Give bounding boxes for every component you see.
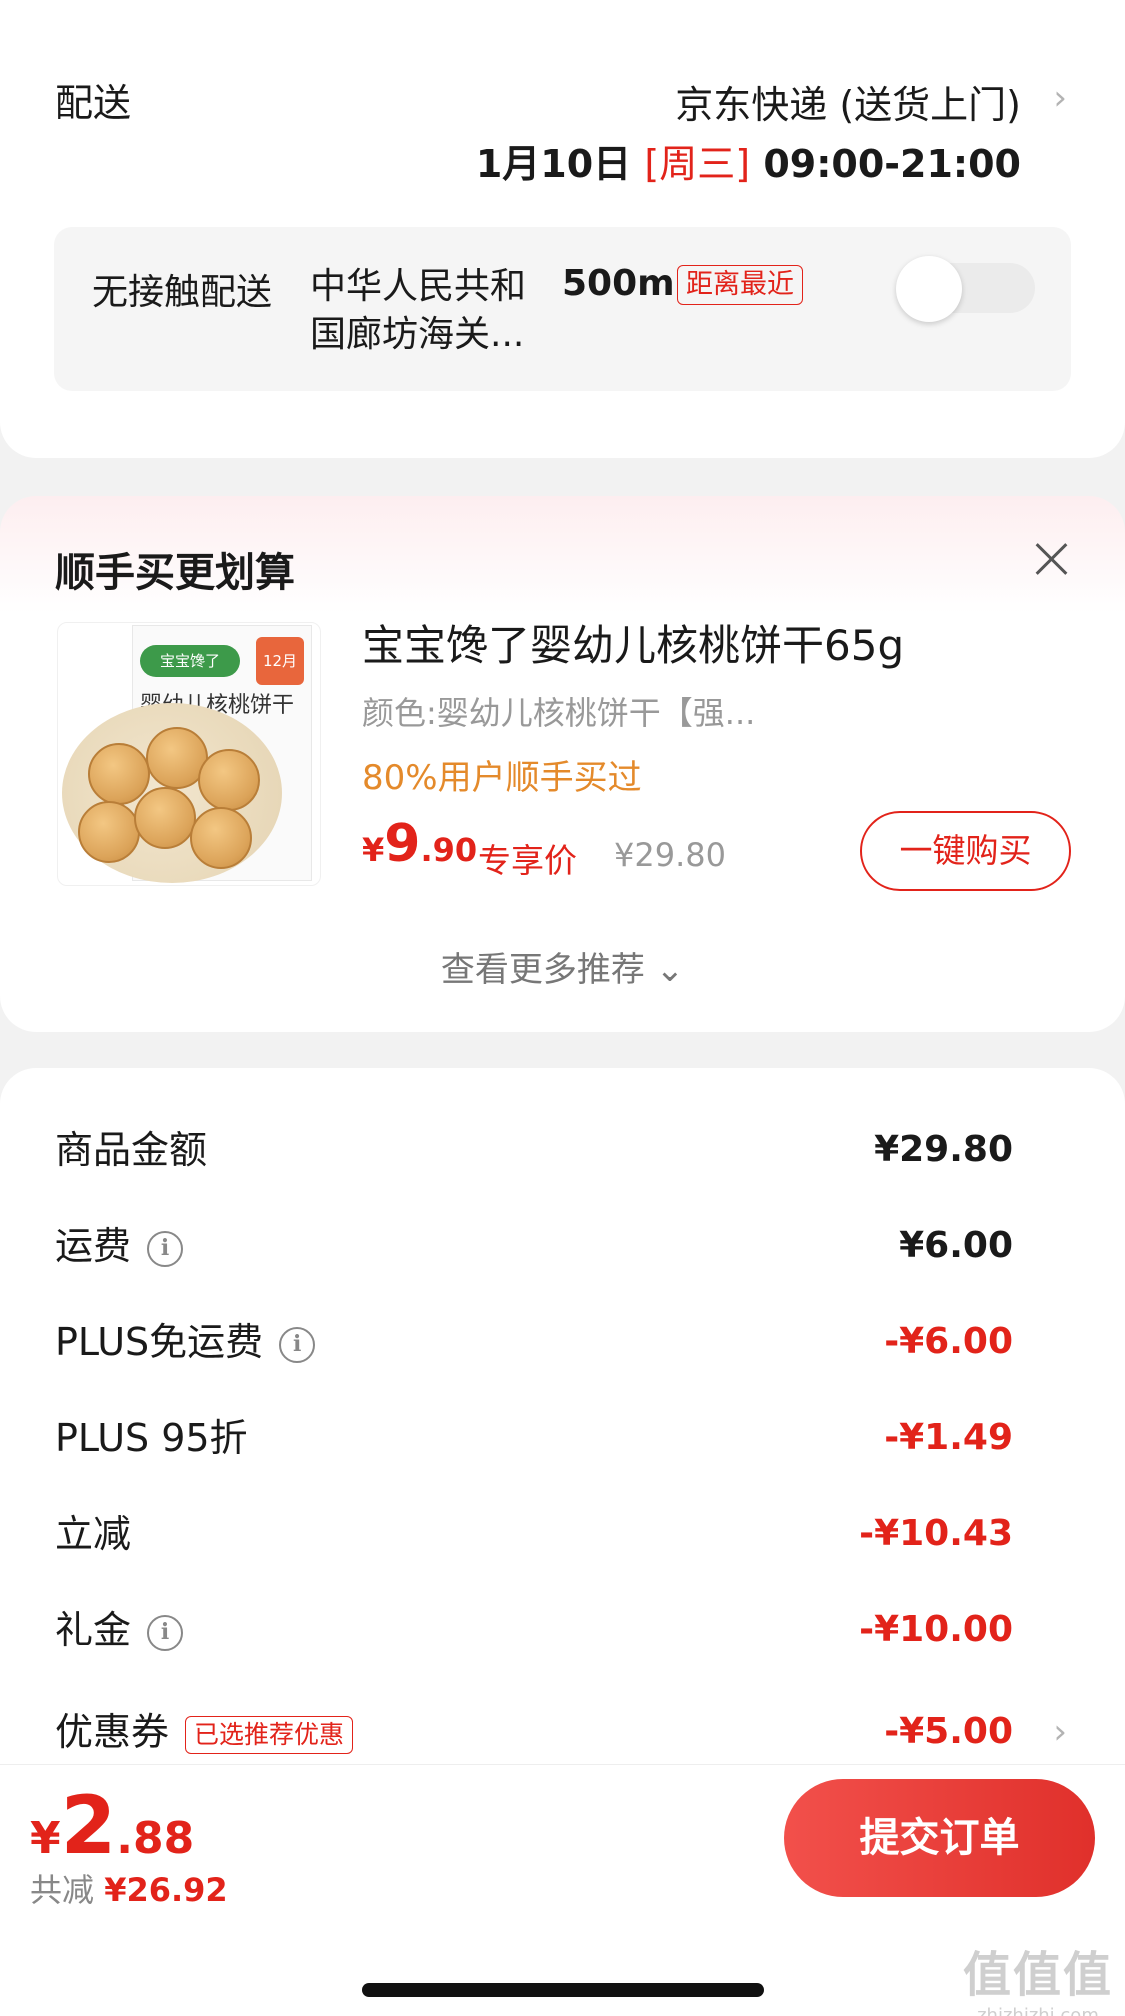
delivery-label: 配送 <box>55 81 132 125</box>
price-decimal: .90 <box>420 831 478 869</box>
product-brand-logo: 宝宝馋了 <box>140 645 240 677</box>
info-icon[interactable]: i <box>279 1326 316 1363</box>
contactless-toggle[interactable] <box>896 256 1035 322</box>
delivery-time[interactable]: 1月10日 [周三] 09:00-21:00 <box>476 133 1021 188</box>
price-row-instant-discount: 立减 -¥10.43 <box>0 1504 1125 1564</box>
price-row-label: 礼金 i <box>55 1600 184 1660</box>
contactless-delivery-panel: 无接触配送 中华人民共和国廊坊海关... 500m 距离最近 <box>54 227 1071 391</box>
price-row-value: ¥6.00 <box>899 1225 1013 1266</box>
price-row-value: -¥5.00 <box>884 1711 1013 1752</box>
watermark-logo: 值值值 <box>962 1947 1113 2003</box>
delivery-weekday: [周三] <box>644 142 751 186</box>
price-row-label: 商品金额 <box>55 1128 208 1172</box>
total-decimal: .88 <box>116 1813 195 1864</box>
product-users-stat: 80%用户顺手买过 <box>362 758 642 798</box>
price-row-label: PLUS 95折 <box>55 1416 248 1460</box>
site-watermark: 值值值 zhizhizhi.com <box>963 1935 1113 2016</box>
chevron-right-icon[interactable]: › <box>1053 1702 1067 1762</box>
cookie-graphic <box>88 743 150 805</box>
checkout-bar: ¥2.88 共减 ¥26.92 提交订单 值值值 zhizhizhi.com <box>0 1764 1125 2016</box>
total-symbol: ¥ <box>30 1813 61 1864</box>
info-icon[interactable]: i <box>147 1230 184 1267</box>
cookie-graphic <box>134 787 196 849</box>
nearest-badge: 距离最近 <box>677 265 803 305</box>
toggle-knob <box>896 256 962 322</box>
original-price: ¥29.80 <box>614 836 726 874</box>
chevron-right-icon[interactable]: › <box>1053 78 1067 118</box>
price-row-label: 立减 <box>55 1512 132 1556</box>
product-spec: 颜色:婴幼儿核桃饼干【强... <box>362 694 756 732</box>
contactless-distance: 500m <box>562 263 675 304</box>
one-click-buy-button[interactable]: 一键购买 <box>860 811 1071 891</box>
price-row-value: ¥29.80 <box>874 1129 1013 1170</box>
price-row-label: PLUS免运费 i <box>55 1312 316 1372</box>
cookie-graphic <box>198 749 260 811</box>
product-age-badge: 12月 <box>256 637 304 685</box>
product-price: ¥9.90 <box>362 814 477 874</box>
total-integer: 2 <box>60 1779 117 1872</box>
delivery-method[interactable]: 京东快递 (送货上门) <box>675 74 1021 129</box>
saved-amount: ¥26.92 <box>104 1871 228 1909</box>
cookie-graphic <box>190 807 252 869</box>
saved-label: 共减 <box>30 1871 95 1909</box>
price-row-coupon[interactable]: 优惠券 已选推荐优惠 -¥5.00 › <box>0 1702 1125 1762</box>
contactless-address: 中华人民共和国廊坊海关... <box>310 266 527 355</box>
watermark-url: zhizhizhi.com <box>977 2005 1099 2016</box>
price-symbol: ¥ <box>362 831 385 869</box>
cookie-graphic <box>78 801 140 863</box>
price-row-goods: 商品金额 ¥29.80 <box>0 1120 1125 1180</box>
price-row-value: -¥10.00 <box>859 1609 1013 1650</box>
coupon-badge: 已选推荐优惠 <box>185 1715 354 1754</box>
close-icon[interactable] <box>1027 534 1077 584</box>
price-integer: 9 <box>384 814 421 874</box>
price-row-value: -¥6.00 <box>884 1321 1013 1362</box>
price-row-label-text: 礼金 <box>55 1608 132 1652</box>
price-row-plus-freeship: PLUS免运费 i -¥6.00 <box>0 1312 1125 1372</box>
submit-order-button[interactable]: 提交订单 <box>784 1779 1095 1897</box>
recommend-title: 顺手买更划算 <box>55 550 295 596</box>
price-row-label-text: 优惠券 <box>55 1710 170 1754</box>
product-title[interactable]: 宝宝馋了婴幼儿核桃饼干65g <box>362 612 904 673</box>
total-price: ¥2.88 <box>30 1779 194 1872</box>
price-row-label: 运费 i <box>55 1216 184 1276</box>
delivery-time-window: 09:00-21:00 <box>763 142 1021 186</box>
product-image[interactable]: 宝宝馋了 12月 婴幼儿核桃饼干 <box>57 622 321 886</box>
delivery-card: 配送 京东快递 (送货上门) › 1月10日 [周三] 09:00-21:00 … <box>0 0 1125 458</box>
price-row-label-text: 运费 <box>55 1224 132 1268</box>
more-recommendations-link[interactable]: 查看更多推荐 ⌄ <box>0 942 1125 991</box>
contactless-title: 无接触配送 <box>92 272 273 313</box>
info-icon[interactable]: i <box>147 1614 184 1651</box>
delivery-date: 1月10日 <box>475 142 632 186</box>
price-row-value: -¥1.49 <box>884 1417 1013 1458</box>
recommend-card: 顺手买更划算 宝宝馋了 12月 婴幼儿核桃饼干 宝宝馋了婴幼儿核桃饼干65g 颜… <box>0 496 1125 1032</box>
price-row-plus-discount: PLUS 95折 -¥1.49 <box>0 1408 1125 1468</box>
price-row-shipping: 运费 i ¥6.00 <box>0 1216 1125 1276</box>
saved-summary[interactable]: 共减 ¥26.92 <box>30 1865 228 1911</box>
price-row-gift: 礼金 i -¥10.00 <box>0 1600 1125 1660</box>
price-row-label-text: PLUS免运费 <box>55 1320 264 1364</box>
price-row-label: 优惠券 已选推荐优惠 <box>55 1702 354 1762</box>
price-row-value: -¥10.43 <box>859 1513 1013 1554</box>
home-indicator[interactable] <box>362 1983 764 1997</box>
exclusive-price-label: 专享价 <box>478 841 577 880</box>
